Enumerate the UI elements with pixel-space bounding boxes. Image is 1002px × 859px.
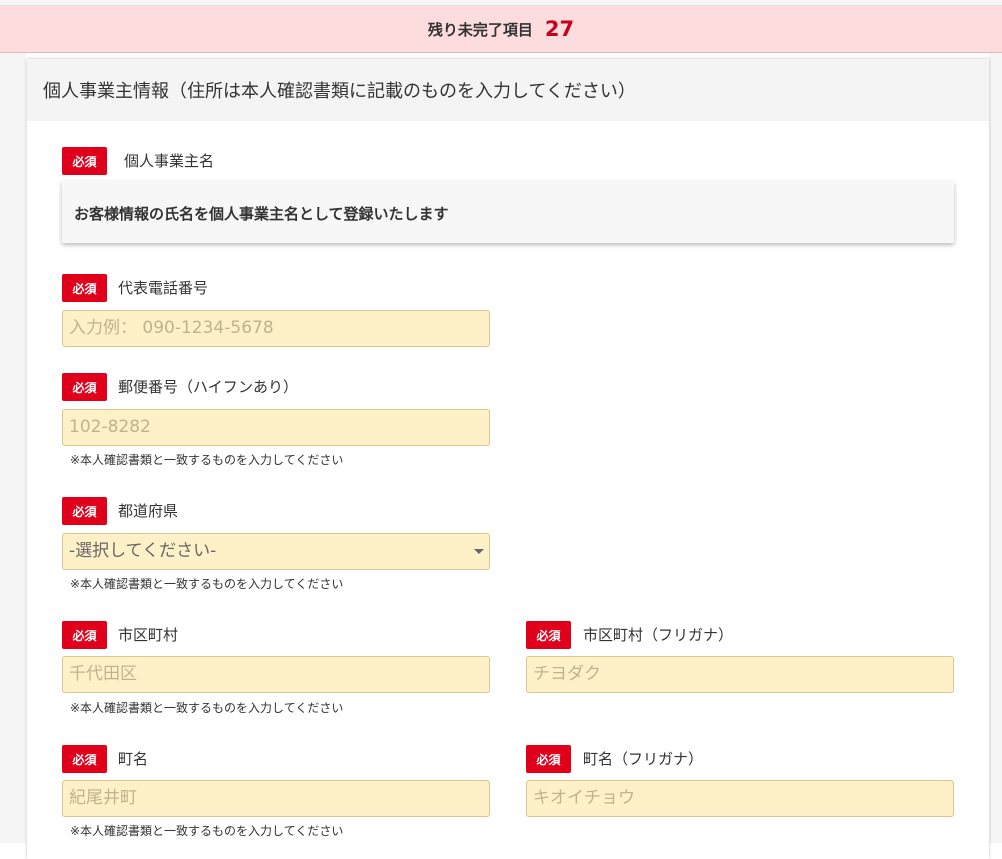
city-label: 市区町村 <box>118 626 179 644</box>
remaining-items-count: 27 <box>544 17 575 41</box>
chevron-down-icon <box>474 549 484 554</box>
owner-name-label: 個人事業主名 <box>124 152 215 170</box>
postal-label: 郵便番号（ハイフンあり） <box>118 378 299 396</box>
owner-name-info-text: お客様情報の氏名を個人事業主名として登録いたします <box>74 205 449 223</box>
required-badge: 必須 <box>62 373 107 401</box>
required-badge: 必須 <box>62 621 107 649</box>
prefecture-note: ※本人確認書類と一致するものを入力してください <box>70 577 344 591</box>
required-badge: 必須 <box>62 497 107 525</box>
phone-label: 代表電話番号 <box>118 279 209 297</box>
section-header: 個人事業主情報（住所は本人確認書類に記載のものを入力してください） <box>27 59 989 121</box>
postal-note: ※本人確認書類と一致するものを入力してください <box>70 453 344 467</box>
town-kana-label: 町名（フリガナ） <box>583 750 704 768</box>
prefecture-label: 都道府県 <box>118 502 179 520</box>
owner-info-card: 個人事業主情報（住所は本人確認書類に記載のものを入力してください） 必須 個人事… <box>27 59 989 859</box>
postal-code-input[interactable]: 102-8282 <box>62 409 490 446</box>
phone-input[interactable]: 入力例： 090-1234-5678 <box>62 310 490 347</box>
city-input[interactable]: 千代田区 <box>62 656 490 693</box>
town-note: ※本人確認書類と一致するものを入力してください <box>70 824 344 838</box>
remaining-items-label: 残り未完了項目 <box>427 20 533 39</box>
left-gutter <box>0 53 26 843</box>
city-kana-label: 市区町村（フリガナ） <box>583 626 734 644</box>
required-badge: 必須 <box>62 274 107 302</box>
prefecture-select[interactable]: -選択してください- <box>62 533 490 570</box>
required-badge: 必須 <box>62 147 107 175</box>
town-kana-input[interactable]: キオイチョウ <box>526 780 954 817</box>
city-kana-input[interactable]: チヨダク <box>526 656 954 693</box>
town-input[interactable]: 紀尾井町 <box>62 780 490 817</box>
required-badge: 必須 <box>62 745 107 773</box>
prefecture-selected-value: -選択してください- <box>69 541 217 561</box>
right-gutter <box>989 53 1002 843</box>
remaining-items-banner: 残り未完了項目 27 <box>0 6 1002 53</box>
required-badge: 必須 <box>526 621 571 649</box>
required-badge: 必須 <box>526 745 571 773</box>
town-label: 町名 <box>118 750 149 768</box>
city-note: ※本人確認書類と一致するものを入力してください <box>70 701 344 715</box>
owner-name-info-box: お客様情報の氏名を個人事業主名として登録いたします <box>62 181 954 243</box>
section-title: 個人事業主情報（住所は本人確認書類に記載のものを入力してください） <box>43 81 636 102</box>
